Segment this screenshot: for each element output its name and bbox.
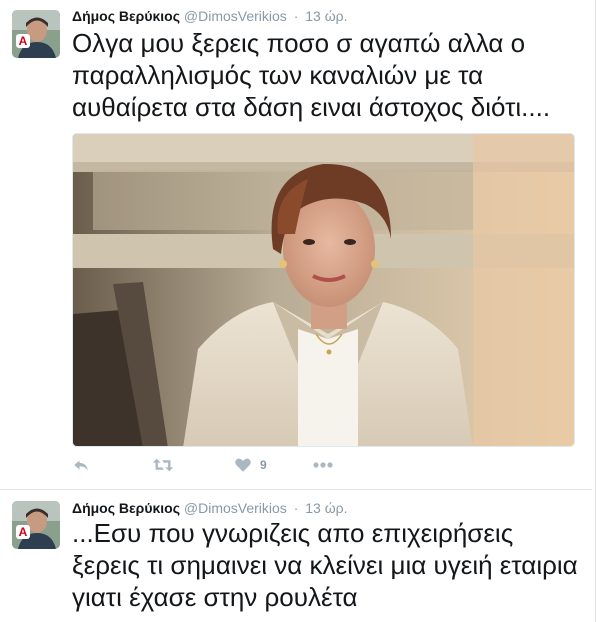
separator-dot: · [293,8,299,24]
avatar[interactable]: A [12,10,60,58]
more-button[interactable] [312,456,334,474]
right-border [595,0,596,622]
heart-icon [235,458,251,472]
tweet: A Δήμος Βερύκιος @DimosVerikios · 13 ώρ.… [0,0,592,489]
timestamp[interactable]: 13 ώρ. [305,8,347,24]
reply-button[interactable] [72,456,90,474]
tweet-text: Ολγα μου ξερεις ποσο σ αγαπώ αλλα ο παρα… [72,28,551,122]
tweet: A Δήμος Βερύκιος @DimosVerikios · 13 ώρ.… [0,489,592,622]
more-dots-icon [313,462,333,468]
author-handle[interactable]: @DimosVerikios [184,8,287,24]
svg-text:A: A [19,525,28,539]
like-count: 9 [260,458,267,472]
retweet-button[interactable] [152,456,174,474]
author-name[interactable]: Δήμος Βερύκιος [72,8,180,24]
tweet-text: ...Εσυ που γνωριζεις απο επιχειρήσεις ξε… [72,518,578,612]
like-button[interactable]: 9 [234,456,267,474]
avatar[interactable]: A [12,501,60,549]
tweet-header: Δήμος Βερύκιος @DimosVerikios · 13 ώρ. [72,8,348,24]
svg-text:A: A [19,34,28,48]
tweet-image[interactable] [72,133,575,447]
retweet-icon [152,458,174,472]
reply-icon [74,460,88,471]
